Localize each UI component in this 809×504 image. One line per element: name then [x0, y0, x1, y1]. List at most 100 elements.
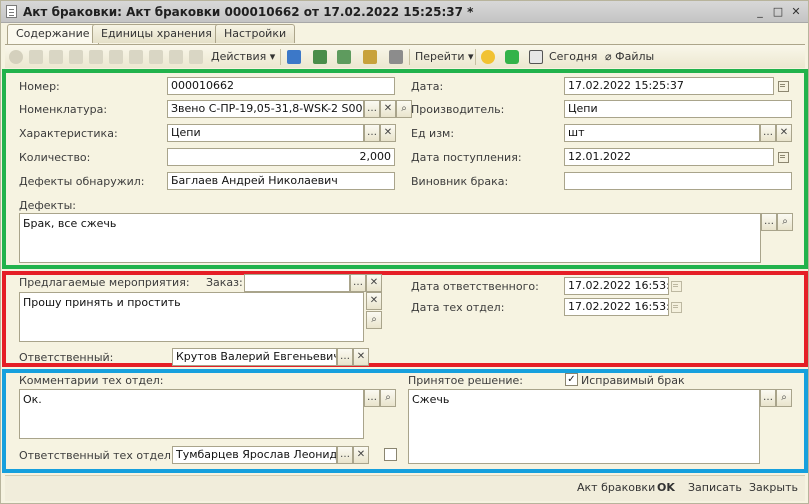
order-field[interactable] — [244, 274, 350, 292]
date-field[interactable]: 17.02.2022 15:25:37 — [564, 77, 774, 95]
order-clear-icon[interactable]: ✕ — [366, 274, 382, 292]
decision-select-button[interactable]: … — [760, 389, 776, 407]
print-preview-icon[interactable] — [389, 50, 403, 64]
tech-responsible-clear-icon[interactable]: ✕ — [353, 446, 369, 464]
characteristic-clear-icon[interactable]: ✕ — [380, 124, 396, 142]
minimize-button[interactable]: _ — [753, 5, 767, 19]
manufacturer-field[interactable]: Цепи — [564, 100, 792, 118]
tech-approval-checkbox[interactable] — [384, 448, 397, 461]
number-field[interactable]: 000010662 — [167, 77, 395, 95]
characteristic-label: Характеристика: — [19, 127, 118, 140]
tech-comments-open-icon[interactable]: ⌕ — [380, 389, 396, 407]
goto-menu[interactable]: Перейти ▾ — [415, 48, 474, 66]
nomenclature-field[interactable]: Звено С-ПР-19,05-31,8-WSK-2 S007 — [167, 100, 364, 118]
today-button[interactable]: Сегодня — [549, 48, 597, 66]
window-title: Акт браковки: Акт браковки 000010662 от … — [23, 5, 474, 19]
responsible-date-field[interactable]: 17.02.2022 16:53:28 — [564, 277, 669, 295]
tab-settings[interactable]: Настройки — [215, 24, 296, 43]
copy-icon[interactable] — [29, 50, 43, 64]
calendar-icon[interactable] — [776, 78, 790, 94]
move-up-icon[interactable] — [109, 50, 123, 64]
fixable-defect-checkbox[interactable]: ✓ — [565, 373, 578, 386]
title-bar: Акт браковки: Акт браковки 000010662 от … — [1, 1, 808, 23]
defects-label: Дефекты: — [19, 199, 76, 212]
proposed-measures-open-icon[interactable]: ⌕ — [366, 311, 382, 329]
responsible-clear-icon[interactable]: ✕ — [353, 348, 369, 366]
tech-date-label: Дата тех отдел: — [411, 301, 505, 314]
calendar-icon — [529, 50, 543, 64]
tech-responsible-select-button[interactable]: … — [337, 446, 353, 464]
unit-select-button[interactable]: … — [760, 124, 776, 142]
export-icon[interactable] — [363, 50, 377, 64]
subordinate-icon[interactable] — [313, 50, 327, 64]
nomenclature-clear-icon[interactable]: ✕ — [380, 100, 396, 118]
bottom-command-bar: Акт браковки OK Записать Закрыть — [5, 475, 805, 501]
order-select-button[interactable]: … — [350, 274, 366, 292]
fixable-defect-label: Исправимый брак — [581, 374, 685, 387]
save-icon[interactable] — [89, 50, 103, 64]
decision-textarea[interactable]: Сжечь — [408, 389, 760, 464]
defects-select-button[interactable]: … — [761, 213, 777, 231]
tech-responsible-label: Ответственный тех отдел: — [19, 449, 175, 462]
structure-icon[interactable] — [287, 50, 301, 64]
proposed-measures-clear-icon[interactable]: ✕ — [366, 292, 382, 310]
characteristic-select-button[interactable]: … — [364, 124, 380, 142]
tech-responsible-field[interactable]: Тумбарцев Ярослав Леонидович — [172, 446, 337, 464]
ok-button[interactable]: OK — [657, 481, 675, 494]
toolbar: Действия ▾ Перейти ▾ Сегодня ⌀ Файлы — [5, 44, 805, 68]
delete-icon[interactable] — [69, 50, 83, 64]
tech-comments-select-button[interactable]: … — [364, 389, 380, 407]
print-icon[interactable] — [189, 50, 203, 64]
proposed-measures-textarea[interactable]: Прошу принять и простить — [19, 292, 364, 342]
receipt-date-field[interactable]: 12.01.2022 — [564, 148, 774, 166]
actions-menu[interactable]: Действия ▾ — [211, 48, 275, 66]
close-window-button[interactable]: ✕ — [789, 5, 803, 19]
attach-icon: ⌀ — [605, 50, 612, 63]
unit-clear-icon[interactable]: ✕ — [776, 124, 792, 142]
move-down-icon[interactable] — [129, 50, 143, 64]
calendar-icon[interactable] — [669, 299, 683, 315]
decision-open-icon[interactable]: ⌕ — [776, 389, 792, 407]
maximize-button[interactable]: □ — [771, 5, 785, 19]
unit-label: Ед изм: — [411, 127, 455, 140]
document-window: Акт браковки: Акт браковки 000010662 от … — [0, 0, 809, 504]
unit-field[interactable]: шт — [564, 124, 760, 142]
defects-textarea[interactable]: Брак, все сжечь — [19, 213, 761, 263]
tab-contents[interactable]: Содержание — [7, 24, 99, 44]
culprit-field[interactable] — [564, 172, 792, 190]
act-print-button[interactable]: Акт браковки — [577, 481, 655, 494]
status-icon[interactable] — [505, 50, 519, 64]
close-button[interactable]: Закрыть — [749, 481, 798, 494]
quantity-field[interactable]: 2,000 — [167, 148, 395, 166]
detected-by-field[interactable]: Баглаев Андрей Николаевич — [167, 172, 395, 190]
calendar-icon[interactable] — [776, 149, 790, 165]
post-icon[interactable] — [149, 50, 163, 64]
nomenclature-open-icon[interactable]: ⌕ — [396, 100, 412, 118]
add-icon[interactable] — [9, 50, 23, 64]
responsible-select-button[interactable]: … — [337, 348, 353, 366]
document-icon — [6, 5, 17, 18]
tab-storage-units[interactable]: Единицы хранения — [92, 24, 221, 43]
tech-date-field[interactable]: 17.02.2022 16:53:12 — [564, 298, 669, 316]
nomenclature-select-button[interactable]: … — [364, 100, 380, 118]
manufacturer-label: Производитель: — [411, 103, 505, 116]
responsible-label: Ответственный: — [19, 351, 114, 364]
defects-open-icon[interactable]: ⌕ — [777, 213, 793, 231]
date-label: Дата: — [411, 80, 444, 93]
files-button[interactable]: ⌀ Файлы — [605, 48, 654, 66]
tech-comments-textarea[interactable]: Ок. — [19, 389, 364, 439]
calendar-icon[interactable] — [669, 278, 683, 294]
culprit-label: Виновник брака: — [411, 175, 509, 188]
report-icon[interactable] — [337, 50, 351, 64]
proposed-measures-label: Предлагаемые мероприятия: — [19, 276, 190, 289]
help-icon[interactable] — [481, 50, 495, 64]
responsible-field[interactable]: Крутов Валерий Евгеньевич — [172, 348, 337, 366]
edit-icon[interactable] — [49, 50, 63, 64]
refresh-icon[interactable] — [169, 50, 183, 64]
toolbar-separator — [280, 49, 281, 65]
files-label: Файлы — [615, 50, 655, 63]
nomenclature-label: Номенклатура: — [19, 103, 108, 116]
characteristic-field[interactable]: Цепи — [167, 124, 364, 142]
quantity-label: Количество: — [19, 151, 91, 164]
save-button[interactable]: Записать — [688, 481, 742, 494]
